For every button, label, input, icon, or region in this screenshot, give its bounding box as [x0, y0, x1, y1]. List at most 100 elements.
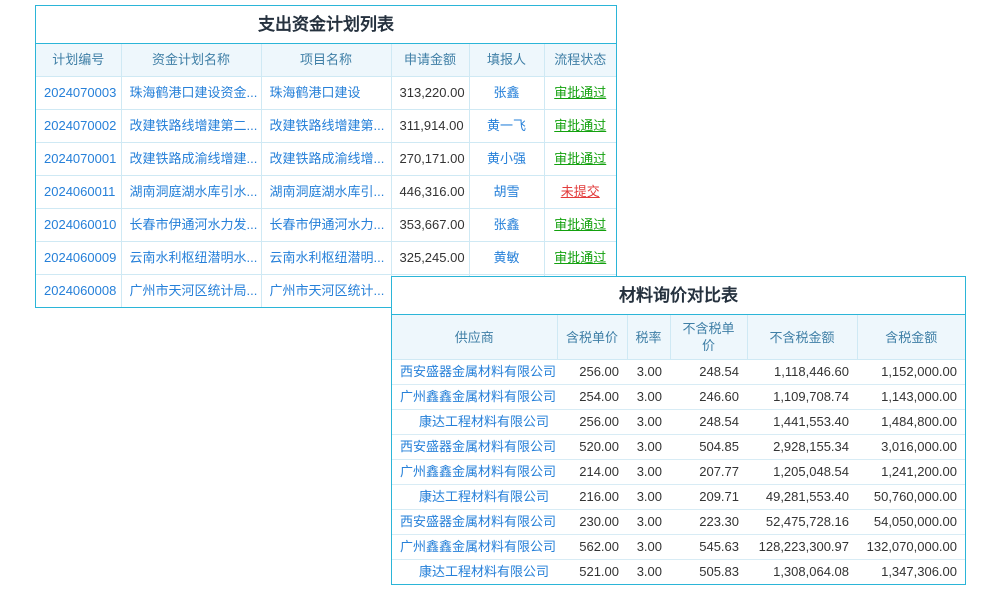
amount-excl-tax-cell: 1,441,553.40	[747, 410, 857, 435]
project-name-cell: 长春市伊通河水力...	[261, 209, 391, 242]
project-name-link[interactable]: 湖南洞庭湖水库引...	[270, 184, 385, 199]
supplier-link[interactable]: 西安盛器金属材料有限公司	[400, 514, 556, 529]
reporter-link[interactable]: 胡雪	[493, 184, 519, 199]
unit-price-excl-tax-cell: 223.30	[670, 510, 747, 535]
plan-name-link[interactable]: 改建铁路成渝线增建...	[130, 151, 258, 166]
table-row: 西安盛器金属材料有限公司 520.00 3.00 504.85 2,928,15…	[392, 435, 965, 460]
status-link[interactable]: 审批通过	[554, 151, 606, 166]
table-row: 2024060009 云南水利枢纽潜明水... 云南水利枢纽潜明... 325,…	[36, 242, 616, 275]
plan-name-link[interactable]: 改建铁路线增建第二...	[130, 118, 258, 133]
plan-id-link[interactable]: 2024070001	[44, 151, 116, 166]
project-name-link[interactable]: 珠海鹤港口建设	[270, 85, 361, 100]
plan-name-link[interactable]: 珠海鹤港口建设资金...	[130, 85, 258, 100]
status-link[interactable]: 审批通过	[554, 250, 606, 265]
plan-name-cell: 改建铁路线增建第二...	[121, 110, 261, 143]
table-row: 广州鑫鑫金属材料有限公司 562.00 3.00 545.63 128,223,…	[392, 535, 965, 560]
plan-id-link[interactable]: 2024060008	[44, 283, 116, 298]
plan-name-link[interactable]: 湖南洞庭湖水库引水...	[130, 184, 258, 199]
reporter-link[interactable]: 黄小强	[487, 151, 526, 166]
plan-name-link[interactable]: 长春市伊通河水力发...	[130, 217, 258, 232]
plan-name-cell: 长春市伊通河水力发...	[121, 209, 261, 242]
status-cell: 审批通过	[544, 77, 616, 110]
plan-id-link[interactable]: 2024060009	[44, 250, 116, 265]
supplier-link[interactable]: 广州鑫鑫金属材料有限公司	[400, 539, 556, 554]
status-link[interactable]: 审批通过	[554, 118, 606, 133]
supplier-link[interactable]: 西安盛器金属材料有限公司	[400, 439, 556, 454]
table-row: 广州鑫鑫金属材料有限公司 254.00 3.00 246.60 1,109,70…	[392, 385, 965, 410]
amount-incl-tax-cell: 132,070,000.00	[857, 535, 965, 560]
status-link[interactable]: 未提交	[561, 184, 600, 199]
amount-cell: 353,667.00	[391, 209, 469, 242]
project-name-link[interactable]: 云南水利枢纽潜明...	[270, 250, 385, 265]
status-cell: 审批通过	[544, 110, 616, 143]
supplier-link[interactable]: 康达工程材料有限公司	[419, 564, 549, 579]
material-table: 供应商 含税单价 税率 不含税单价 不含税金额 含税金额 西安盛器金属材料有限公…	[392, 315, 965, 584]
material-table-title: 材料询价对比表	[392, 277, 965, 315]
page: { "colors": { "panel_border": "#2bb5d8",…	[0, 0, 1000, 600]
plan-name-link[interactable]: 云南水利枢纽潜明水...	[130, 250, 258, 265]
supplier-link[interactable]: 广州鑫鑫金属材料有限公司	[400, 464, 556, 479]
status-link[interactable]: 审批通过	[554, 217, 606, 232]
project-name-link[interactable]: 改建铁路成渝线增...	[270, 151, 385, 166]
amount-incl-tax-cell: 1,241,200.00	[857, 460, 965, 485]
project-name-link[interactable]: 改建铁路线增建第...	[270, 118, 385, 133]
supplier-link[interactable]: 广州鑫鑫金属材料有限公司	[400, 389, 556, 404]
col-header-supplier: 供应商	[392, 315, 557, 360]
unit-price-excl-tax-cell: 505.83	[670, 560, 747, 585]
amount-cell: 313,220.00	[391, 77, 469, 110]
col-header-project-name: 项目名称	[261, 44, 391, 77]
reporter-link[interactable]: 黄敏	[493, 250, 519, 265]
col-header-amount-incl-tax: 含税金额	[857, 315, 965, 360]
unit-price-excl-tax-cell: 246.60	[670, 385, 747, 410]
supplier-cell: 康达工程材料有限公司	[392, 410, 557, 435]
plan-id-cell: 2024060009	[36, 242, 121, 275]
amount-cell: 446,316.00	[391, 176, 469, 209]
unit-price-excl-tax-cell: 248.54	[670, 410, 747, 435]
reporter-cell: 黄敏	[469, 242, 544, 275]
amount-excl-tax-cell: 1,308,064.08	[747, 560, 857, 585]
plan-id-link[interactable]: 2024070003	[44, 85, 116, 100]
project-name-link[interactable]: 长春市伊通河水力...	[270, 217, 385, 232]
project-name-cell: 改建铁路成渝线增...	[261, 143, 391, 176]
reporter-link[interactable]: 黄一飞	[487, 118, 526, 133]
reporter-link[interactable]: 张鑫	[493, 217, 519, 232]
tax-rate-cell: 3.00	[627, 385, 670, 410]
supplier-cell: 康达工程材料有限公司	[392, 560, 557, 585]
plan-name-link[interactable]: 广州市天河区统计局...	[130, 283, 258, 298]
plan-id-link[interactable]: 2024070002	[44, 118, 116, 133]
tax-rate-cell: 3.00	[627, 560, 670, 585]
amount-excl-tax-cell: 2,928,155.34	[747, 435, 857, 460]
status-link[interactable]: 审批通过	[554, 85, 606, 100]
plan-id-cell: 2024070001	[36, 143, 121, 176]
table-row: 2024070002 改建铁路线增建第二... 改建铁路线增建第... 311,…	[36, 110, 616, 143]
supplier-link[interactable]: 康达工程材料有限公司	[419, 414, 549, 429]
col-header-amount-excl-tax: 不含税金额	[747, 315, 857, 360]
plan-table-header-row: 计划编号 资金计划名称 项目名称 申请金额 填报人 流程状态	[36, 44, 616, 77]
supplier-cell: 广州鑫鑫金属材料有限公司	[392, 385, 557, 410]
plan-table-panel: 支出资金计划列表 计划编号 资金计划名称 项目名称 申请金额 填报人 流程状态 …	[35, 5, 617, 308]
col-header-unit-price-incl-tax: 含税单价	[557, 315, 627, 360]
table-row: 康达工程材料有限公司 216.00 3.00 209.71 49,281,553…	[392, 485, 965, 510]
tax-rate-cell: 3.00	[627, 535, 670, 560]
plan-table: 计划编号 资金计划名称 项目名称 申请金额 填报人 流程状态 202407000…	[36, 44, 616, 307]
tax-rate-cell: 3.00	[627, 410, 670, 435]
plan-id-link[interactable]: 2024060011	[44, 184, 115, 199]
plan-id-cell: 2024070002	[36, 110, 121, 143]
supplier-cell: 西安盛器金属材料有限公司	[392, 435, 557, 460]
plan-name-cell: 改建铁路成渝线增建...	[121, 143, 261, 176]
plan-id-link[interactable]: 2024060010	[44, 217, 116, 232]
supplier-link[interactable]: 西安盛器金属材料有限公司	[400, 364, 556, 379]
col-header-plan-name: 资金计划名称	[121, 44, 261, 77]
supplier-link[interactable]: 康达工程材料有限公司	[419, 489, 549, 504]
amount-excl-tax-cell: 49,281,553.40	[747, 485, 857, 510]
col-header-plan-id: 计划编号	[36, 44, 121, 77]
col-header-unit-price-excl-tax: 不含税单价	[670, 315, 747, 360]
col-header-amount: 申请金额	[391, 44, 469, 77]
plan-id-cell: 2024060011	[36, 176, 121, 209]
supplier-cell: 西安盛器金属材料有限公司	[392, 510, 557, 535]
status-cell: 未提交	[544, 176, 616, 209]
project-name-cell: 珠海鹤港口建设	[261, 77, 391, 110]
material-table-body: 西安盛器金属材料有限公司 256.00 3.00 248.54 1,118,44…	[392, 360, 965, 585]
project-name-link[interactable]: 广州市天河区统计...	[270, 283, 385, 298]
reporter-link[interactable]: 张鑫	[493, 85, 519, 100]
